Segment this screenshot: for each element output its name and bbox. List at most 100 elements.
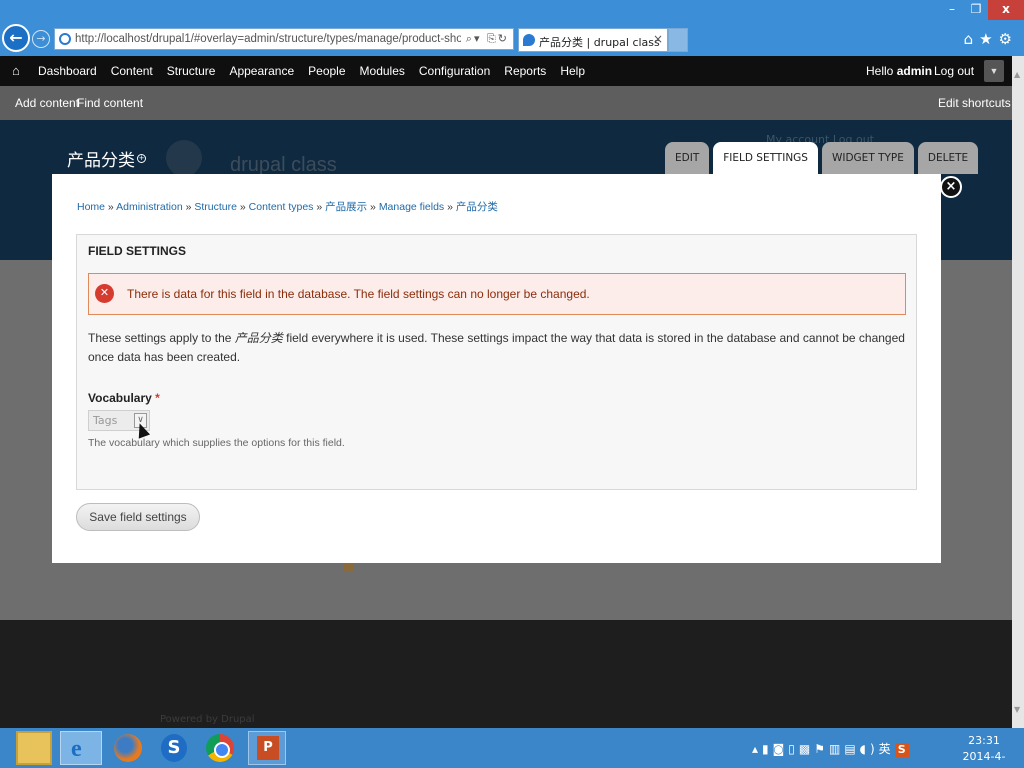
browser-tab-active[interactable]: 产品分类 | drupal class × bbox=[518, 28, 668, 52]
description-field-name: 产品分类 bbox=[234, 331, 283, 345]
breadcrumb-separator: » bbox=[105, 201, 117, 213]
vocabulary-help-text: The vocabulary which supplies the option… bbox=[88, 437, 345, 449]
toolbar-item-structure[interactable]: Structure bbox=[167, 64, 216, 78]
tab-edit[interactable]: EDIT bbox=[665, 142, 710, 174]
vocabulary-selected-value: Tags bbox=[93, 414, 118, 427]
home-icon[interactable]: ⌂ bbox=[964, 30, 980, 48]
breadcrumb-separator: » bbox=[444, 201, 456, 213]
firefox-icon[interactable] bbox=[110, 731, 146, 765]
toolbar-username[interactable]: admin bbox=[897, 64, 932, 78]
breadcrumb-structure[interactable]: Structure bbox=[194, 201, 237, 213]
tab-field-settings[interactable]: FIELD SETTINGS bbox=[713, 142, 818, 174]
toolbar-item-modules[interactable]: Modules bbox=[360, 64, 405, 78]
breadcrumb-content-types[interactable]: Content types bbox=[249, 201, 314, 213]
breadcrumb: Home » Administration » Structure » Cont… bbox=[77, 199, 498, 214]
toolbar-drawer-toggle[interactable]: ▼ bbox=[984, 60, 1004, 82]
system-tray: ▴▮◙▯▩⚑▥▤◖)英 S bbox=[752, 740, 909, 757]
windows-taskbar: e S P ▴▮◙▯▩⚑▥▤◖)英S 23:31 2014-4-27 bbox=[0, 728, 1024, 768]
forward-button[interactable]: → bbox=[32, 30, 50, 48]
browser-navbar: ← → http://localhost/drupal1/#overlay=ad… bbox=[0, 22, 1024, 56]
ie-page-icon bbox=[59, 33, 71, 45]
clock-date: 2014-4-27 bbox=[962, 750, 1006, 768]
sogou-browser-icon[interactable]: S bbox=[156, 731, 192, 765]
toolbar-menu: Dashboard Content Structure Appearance P… bbox=[38, 64, 599, 78]
drupal-favicon-icon bbox=[523, 34, 535, 46]
toolbar-item-configuration[interactable]: Configuration bbox=[419, 64, 490, 78]
tray-app-icons[interactable]: ▮◙▯▩⚑▥▤ bbox=[762, 742, 860, 756]
new-tab-button[interactable] bbox=[668, 28, 688, 52]
error-icon: ✕ bbox=[95, 284, 114, 303]
toolbar-item-content[interactable]: Content bbox=[111, 64, 153, 78]
chrome-logo-icon bbox=[206, 734, 234, 762]
fieldset-legend: FIELD SETTINGS bbox=[88, 244, 187, 258]
required-marker: * bbox=[155, 391, 160, 405]
file-explorer-icon[interactable] bbox=[16, 731, 52, 765]
address-actions[interactable]: ⌕▾ ⎘↻ bbox=[466, 32, 509, 46]
shortcut-add-content[interactable]: Add content bbox=[15, 96, 79, 110]
breadcrumb-administration[interactable]: Administration bbox=[116, 201, 183, 213]
browser-tools: ⌂★⚙ bbox=[964, 30, 1018, 48]
breadcrumb-manage-fields[interactable]: Manage fields bbox=[379, 201, 444, 213]
shortcut-find-content[interactable]: Find content bbox=[77, 96, 143, 110]
address-url[interactable]: http://localhost/drupal1/#overlay=admin/… bbox=[75, 33, 461, 45]
breadcrumb-separator: » bbox=[313, 201, 326, 213]
toolbar-item-appearance[interactable]: Appearance bbox=[229, 64, 294, 78]
powerpoint-logo-icon: P bbox=[257, 736, 279, 760]
powerpoint-icon[interactable]: P bbox=[248, 731, 286, 765]
vocabulary-label: Vocabulary * bbox=[88, 391, 160, 405]
breadcrumb-home[interactable]: Home bbox=[77, 201, 105, 213]
toolbar-item-dashboard[interactable]: Dashboard bbox=[38, 64, 97, 78]
tab-close-icon[interactable]: × bbox=[653, 32, 663, 46]
toolbar-logout-link[interactable]: Log out bbox=[934, 64, 974, 78]
restore-button[interactable]: ❐ bbox=[964, 0, 988, 20]
tray-expand-icon[interactable]: ▴ bbox=[752, 742, 762, 756]
scroll-up-icon[interactable]: ▲ bbox=[1014, 70, 1020, 79]
ie-logo-icon: e bbox=[71, 736, 82, 762]
breadcrumb-separator: » bbox=[182, 201, 195, 213]
volume-icon[interactable]: ◖) bbox=[860, 742, 879, 756]
settings-gear-icon[interactable]: ⚙ bbox=[999, 30, 1018, 48]
close-window-button[interactable]: x bbox=[988, 0, 1024, 20]
admin-toolbar: ⌂ Dashboard Content Structure Appearance… bbox=[0, 56, 1012, 86]
edit-shortcuts-link[interactable]: Edit shortcuts bbox=[938, 96, 1011, 110]
save-field-settings-button[interactable]: Save field settings bbox=[76, 503, 200, 531]
page-scrollbar[interactable]: ▲ ▼ bbox=[1012, 56, 1024, 728]
taskbar-clock[interactable]: 23:31 2014-4-27 bbox=[956, 733, 1012, 768]
rss-feed-icon bbox=[344, 562, 354, 572]
address-bar[interactable]: http://localhost/drupal1/#overlay=admin/… bbox=[54, 28, 514, 50]
firefox-logo-icon bbox=[114, 734, 142, 762]
primary-tabs: EDIT FIELD SETTINGS WIDGET TYPE DELETE bbox=[665, 142, 982, 174]
toolbar-item-people[interactable]: People bbox=[308, 64, 345, 78]
breadcrumb-field[interactable]: 产品分类 bbox=[456, 201, 498, 213]
tab-widget-type[interactable]: WIDGET TYPE bbox=[821, 142, 914, 174]
window-titlebar: – ❐ x bbox=[0, 0, 1024, 22]
ime-indicator[interactable]: 英 bbox=[879, 742, 895, 756]
breadcrumb-separator: » bbox=[367, 201, 379, 213]
toolbar-home-icon[interactable]: ⌂ bbox=[12, 63, 20, 78]
sogou-input-icon[interactable]: S bbox=[894, 743, 909, 757]
overlay-close-button[interactable]: × bbox=[940, 176, 962, 198]
add-shortcut-icon[interactable]: + bbox=[137, 154, 146, 163]
field-settings-description: These settings apply to the 产品分类 field e… bbox=[88, 329, 908, 367]
scroll-down-icon[interactable]: ▼ bbox=[1014, 705, 1020, 714]
error-message: There is data for this field in the data… bbox=[127, 287, 590, 301]
chrome-icon[interactable] bbox=[202, 731, 238, 765]
breadcrumb-content-type[interactable]: 产品展示 bbox=[325, 201, 367, 213]
internet-explorer-icon[interactable]: e bbox=[60, 731, 102, 765]
sogou-logo-icon: S bbox=[161, 734, 187, 762]
toolbar-item-help[interactable]: Help bbox=[560, 64, 585, 78]
site-footer bbox=[0, 620, 1012, 728]
vocabulary-label-text: Vocabulary bbox=[88, 391, 152, 405]
description-text-before: These settings apply to the bbox=[88, 331, 235, 345]
toolbar-item-reports[interactable]: Reports bbox=[504, 64, 546, 78]
minimize-button[interactable]: – bbox=[940, 0, 964, 20]
breadcrumb-separator: » bbox=[236, 201, 249, 213]
tab-delete[interactable]: DELETE bbox=[917, 142, 979, 174]
clock-time: 23:31 bbox=[968, 734, 1000, 747]
shortcuts-bar: Add content Find content Edit shortcuts bbox=[0, 86, 1012, 120]
favorites-star-icon[interactable]: ★ bbox=[979, 30, 998, 48]
back-button[interactable]: ← bbox=[2, 24, 30, 52]
browser-tab-label: 产品分类 | drupal class bbox=[539, 36, 660, 49]
page-title: 产品分类 bbox=[67, 151, 135, 171]
window-controls: – ❐ x bbox=[940, 0, 1024, 22]
